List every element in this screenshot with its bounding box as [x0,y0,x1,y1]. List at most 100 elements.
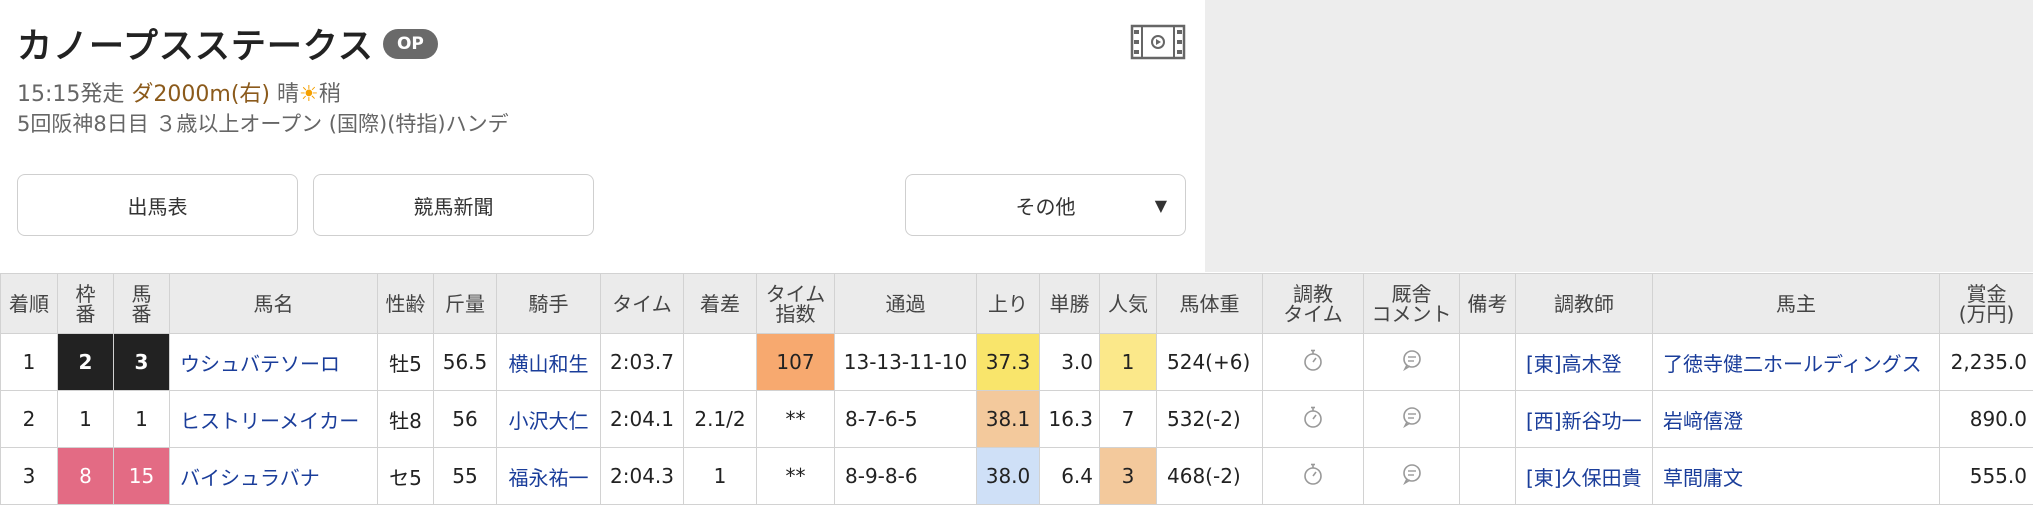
race-title: カノープスステークス [17,18,374,69]
shinbun-button[interactable]: 競馬新聞 [313,174,594,236]
comment-cell[interactable] [1364,448,1460,505]
time-cell: 2:04.3 [601,448,684,505]
stopwatch-icon[interactable] [1302,348,1324,372]
video-film-icon[interactable] [1130,24,1186,60]
table-row: 2 1 1 ヒストリーメイカー 牡8 56 小沢大仁 2:04.1 2.1/2 … [1,391,2033,448]
header-weight[interactable]: 斤量 [434,274,497,334]
waku-cell: 8 [58,448,114,505]
shinbun-button-label: 競馬新聞 [414,191,494,220]
umaban-cell: 3 [114,334,170,391]
popularity-cell: 7 [1100,391,1157,448]
umaban-cell: 15 [114,448,170,505]
time-index-cell: 107 [757,334,835,391]
header-margin[interactable]: 着差 [684,274,757,334]
header-time-index[interactable]: タイム指数 [757,274,835,334]
race-header: カノープスステークス OP [17,18,438,69]
waku-cell: 2 [58,334,114,391]
notes-cell [1460,334,1516,391]
other-dropdown[interactable]: その他 ▼ [905,174,1186,236]
distance: ダ2000m(右) [131,82,270,107]
time-index-cell: ** [757,391,835,448]
weather: 晴 [277,82,299,107]
horse-weight-cell: 524(+6) [1157,334,1263,391]
header-owner[interactable]: 馬主 [1653,274,1940,334]
header-time[interactable]: タイム [601,274,684,334]
horse-name-link[interactable]: ヒストリーメイカー [180,409,359,433]
trainer-link[interactable]: [東]久保田貴 [1526,466,1642,490]
owner-link[interactable]: 了徳寺健二ホールディングス [1663,352,1922,376]
comment-cell[interactable] [1364,391,1460,448]
trainer-link[interactable]: [東]高木登 [1526,352,1622,376]
rank-cell: 3 [1,448,58,505]
owner-link[interactable]: 岩﨑僖澄 [1663,409,1743,433]
passing-cell: 13-13-11-10 [835,334,977,391]
side-panel-background [1205,0,2033,272]
prize-cell: 890.0 [1940,391,2033,448]
sexage-cell: セ5 [378,448,434,505]
notes-cell [1460,448,1516,505]
odds-cell: 6.4 [1040,448,1100,505]
trainer-link[interactable]: [西]新谷功一 [1526,409,1642,433]
header-jockey[interactable]: 騎手 [497,274,601,334]
rank-cell: 2 [1,391,58,448]
table-header-row: 着順 枠番 馬番 馬名 性齢 斤量 騎手 タイム 着差 タイム指数 通過 上り … [1,274,2033,334]
popularity-cell: 1 [1100,334,1157,391]
time-cell: 2:03.7 [601,334,684,391]
comment-bubble-icon[interactable] [1401,349,1423,371]
last3f-cell: 37.3 [977,334,1040,391]
header-umaban[interactable]: 馬番 [114,274,170,334]
header-last3f[interactable]: 上り [977,274,1040,334]
header-prize[interactable]: 賞金(万円) [1940,274,2033,334]
passing-cell: 8-7-6-5 [835,391,977,448]
header-rank[interactable]: 着順 [1,274,58,334]
header-trainer[interactable]: 調教師 [1516,274,1653,334]
training-cell[interactable] [1263,448,1364,505]
passing-cell: 8-9-8-6 [835,448,977,505]
grade-badge: OP [383,29,438,59]
jockey-link[interactable]: 福永祐一 [509,466,589,490]
header-passing[interactable]: 通過 [835,274,977,334]
start-time: 15:15発走 [17,82,124,107]
weight-cell: 55 [434,448,497,505]
header-name[interactable]: 馬名 [170,274,378,334]
header-training-time[interactable]: 調教タイム [1263,274,1364,334]
margin-cell: 2.1/2 [684,391,757,448]
jockey-link[interactable]: 小沢大仁 [509,409,589,433]
header-horse-weight[interactable]: 馬体重 [1157,274,1263,334]
margin-cell: 1 [684,448,757,505]
last3f-cell: 38.1 [977,391,1040,448]
weight-cell: 56.5 [434,334,497,391]
owner-link[interactable]: 草間庸文 [1663,466,1743,490]
time-index-cell: ** [757,448,835,505]
rank-cell: 1 [1,334,58,391]
comment-bubble-icon[interactable] [1401,406,1423,428]
training-cell[interactable] [1263,391,1364,448]
horse-weight-cell: 532(-2) [1157,391,1263,448]
notes-cell [1460,391,1516,448]
track-condition: 稍 [319,82,341,107]
umaban-cell: 1 [114,391,170,448]
header-odds[interactable]: 単勝 [1040,274,1100,334]
jockey-link[interactable]: 横山和生 [509,352,589,376]
stopwatch-icon[interactable] [1302,405,1324,429]
stopwatch-icon[interactable] [1302,462,1324,486]
last3f-cell: 38.0 [977,448,1040,505]
header-notes[interactable]: 備考 [1460,274,1516,334]
training-cell[interactable] [1263,334,1364,391]
race-info-line: 15:15発走 ダ2000m(右) 晴☀稍 [17,76,341,108]
header-sexage[interactable]: 性齢 [378,274,434,334]
table-row: 3 8 15 バイシュラバナ セ5 55 福永祐一 2:04.3 1 ** 8-… [1,448,2033,505]
sexage-cell: 牡5 [378,334,434,391]
header-popularity[interactable]: 人気 [1100,274,1157,334]
header-stable-comment[interactable]: 厩舎コメント [1364,274,1460,334]
header-waku[interactable]: 枠番 [58,274,114,334]
comment-bubble-icon[interactable] [1401,463,1423,485]
shutuba-button[interactable]: 出馬表 [17,174,298,236]
table-row: 1 2 3 ウシュバテソーロ 牡5 56.5 横山和生 2:03.7 107 1… [1,334,2033,391]
odds-cell: 3.0 [1040,334,1100,391]
horse-name-link[interactable]: バイシュラバナ [180,466,320,490]
results-table: 着順 枠番 馬番 馬名 性齢 斤量 騎手 タイム 着差 タイム指数 通過 上り … [0,273,2033,505]
waku-cell: 1 [58,391,114,448]
comment-cell[interactable] [1364,334,1460,391]
horse-name-link[interactable]: ウシュバテソーロ [180,352,340,376]
